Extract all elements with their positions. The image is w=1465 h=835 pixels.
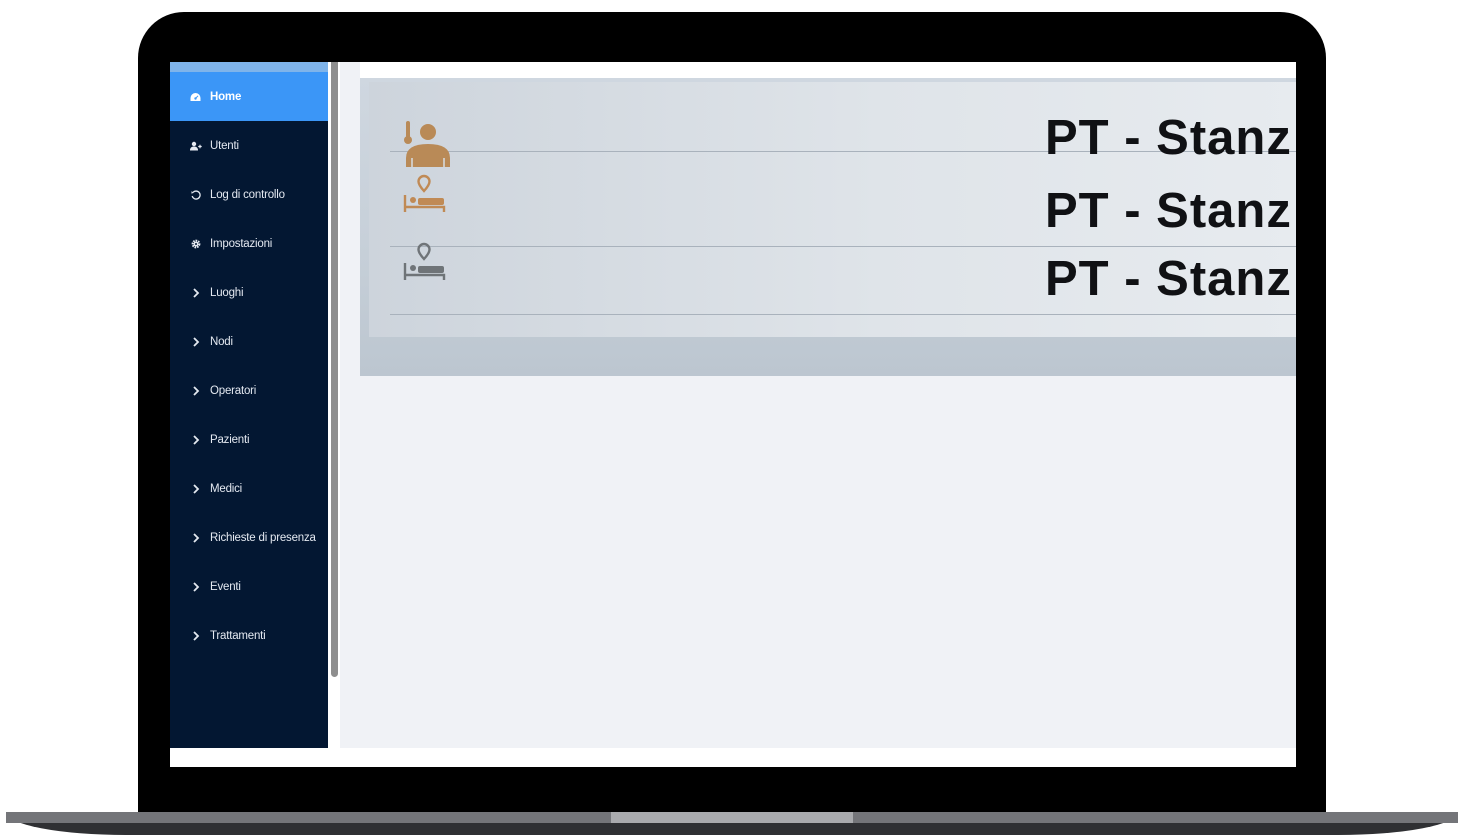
room-label: PT - Stanz bbox=[1045, 252, 1292, 306]
sidebar-scrollbar-thumb[interactable] bbox=[331, 62, 338, 677]
history-icon bbox=[189, 189, 202, 200]
sidebar: Home Utenti Log di controllo Impostazion… bbox=[170, 62, 328, 748]
sidebar-item-label: Trattamenti bbox=[210, 629, 266, 642]
laptop-notch bbox=[611, 812, 853, 823]
room-row[interactable]: PT - Stanz bbox=[390, 174, 1296, 247]
sidebar-item-label: Pazienti bbox=[210, 433, 250, 446]
rooms-list: PT - Stanz PT - Stanz PT - Stanz bbox=[369, 82, 1296, 337]
laptop-base bbox=[6, 812, 1458, 835]
main-top-strip bbox=[360, 62, 1296, 78]
sidebar-item-richieste-di-presenza[interactable]: Richieste di presenza bbox=[170, 513, 328, 562]
sidebar-item-eventi[interactable]: Eventi bbox=[170, 562, 328, 611]
chevron-right-icon bbox=[189, 434, 202, 445]
bed-location-icon bbox=[402, 174, 446, 219]
sidebar-item-luoghi[interactable]: Luoghi bbox=[170, 268, 328, 317]
room-label: PT - Stanz bbox=[1045, 184, 1292, 238]
patient-temperature-icon bbox=[402, 120, 450, 173]
main-content: PT - Stanz PT - Stanz PT - Stanz bbox=[340, 62, 1296, 748]
dashboard-icon bbox=[189, 92, 202, 102]
chevron-right-icon bbox=[189, 581, 202, 592]
sidebar-item-label: Medici bbox=[210, 482, 243, 495]
bed-location-icon bbox=[402, 242, 446, 287]
chevron-right-icon bbox=[189, 532, 202, 543]
chevron-right-icon bbox=[189, 630, 202, 641]
sidebar-item-label: Eventi bbox=[210, 580, 241, 593]
sidebar-item-label: Operatori bbox=[210, 384, 257, 397]
sidebar-item-label: Log di controllo bbox=[210, 188, 285, 201]
sidebar-item-pazienti[interactable]: Pazienti bbox=[170, 415, 328, 464]
chevron-right-icon bbox=[189, 483, 202, 494]
room-row[interactable]: PT - Stanz bbox=[390, 242, 1296, 315]
sidebar-item-nodi[interactable]: Nodi bbox=[170, 317, 328, 366]
users-icon bbox=[189, 141, 202, 151]
sidebar-top-strip bbox=[170, 62, 328, 72]
sidebar-item-label: Impostazioni bbox=[210, 237, 273, 250]
sidebar-item-label: Home bbox=[210, 90, 242, 103]
sidebar-item-label: Luoghi bbox=[210, 286, 244, 299]
sidebar-item-home[interactable]: Home bbox=[170, 72, 328, 121]
sidebar-item-label: Utenti bbox=[210, 139, 239, 152]
room-row[interactable]: PT - Stanz bbox=[390, 84, 1296, 167]
screen-bottom-bar bbox=[170, 748, 1296, 767]
sidebar-item-impostazioni[interactable]: Impostazioni bbox=[170, 219, 328, 268]
gear-icon bbox=[189, 239, 202, 249]
app-screen: Home Utenti Log di controllo Impostazion… bbox=[170, 62, 1296, 767]
sidebar-item-operatori[interactable]: Operatori bbox=[170, 366, 328, 415]
sidebar-item-label: Nodi bbox=[210, 335, 233, 348]
chevron-right-icon bbox=[189, 336, 202, 347]
sidebar-item-medici[interactable]: Medici bbox=[170, 464, 328, 513]
room-label: PT - Stanz bbox=[1045, 111, 1292, 165]
sidebar-item-utenti[interactable]: Utenti bbox=[170, 121, 328, 170]
sidebar-item-trattamenti[interactable]: Trattamenti bbox=[170, 611, 328, 660]
sidebar-item-log-di-controllo[interactable]: Log di controllo bbox=[170, 170, 328, 219]
sidebar-item-label: Richieste di presenza bbox=[210, 531, 316, 544]
rooms-card: PT - Stanz PT - Stanz PT - Stanz bbox=[360, 78, 1296, 376]
chevron-right-icon bbox=[189, 287, 202, 298]
chevron-right-icon bbox=[189, 385, 202, 396]
